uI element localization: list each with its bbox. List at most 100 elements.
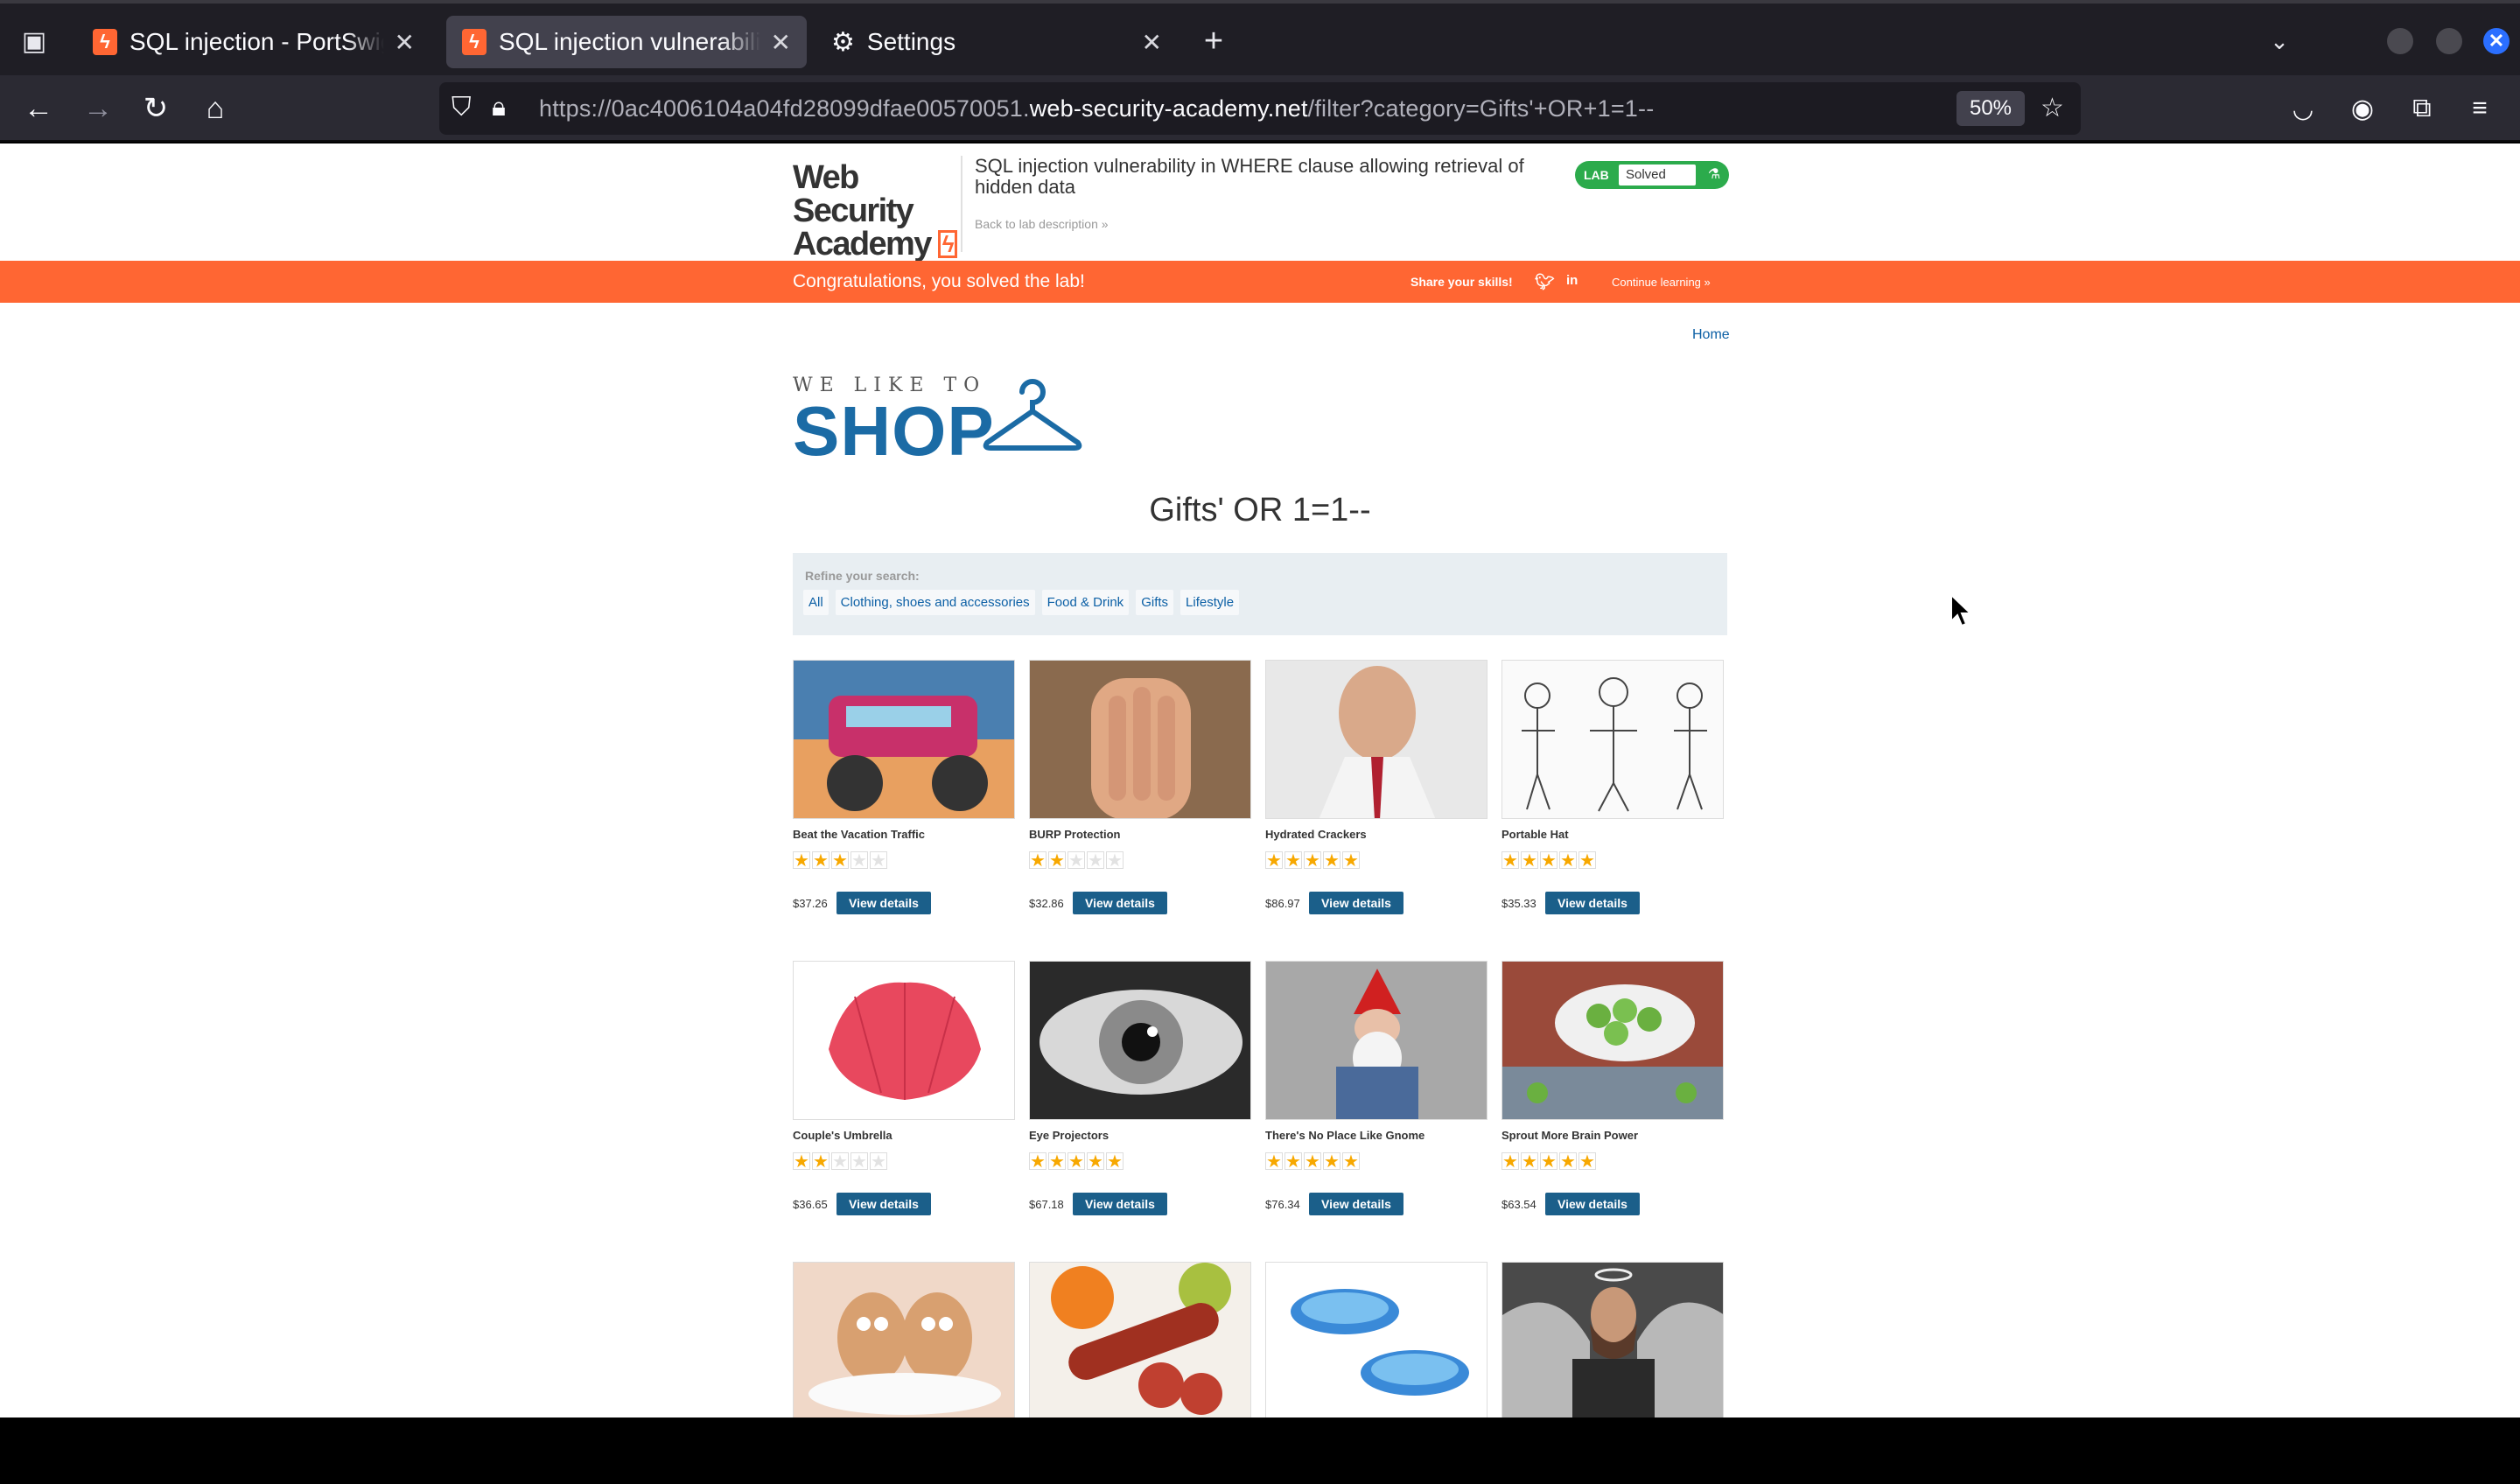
view-details-button[interactable]: View details	[1545, 892, 1640, 914]
maximize-button[interactable]	[2436, 28, 2462, 54]
share-label: Share your skills!	[1410, 275, 1513, 289]
filter-gifts[interactable]: Gifts	[1136, 590, 1174, 615]
browser-nav-bar: ← → ↻ ⌂ ⛉ 🔒︎ https://0ac4006104a04fd2809…	[0, 75, 2520, 142]
star-filled-icon: ★	[1068, 1152, 1085, 1172]
view-details-button[interactable]: View details	[1073, 892, 1167, 914]
linkedin-icon[interactable]: in	[1566, 273, 1578, 288]
product-image[interactable]	[1502, 1262, 1724, 1418]
filter-all[interactable]: All	[803, 590, 829, 615]
product-image[interactable]	[1265, 1262, 1488, 1418]
product-name: There's No Place Like Gnome	[1265, 1129, 1425, 1142]
product-price: $37.26	[793, 896, 828, 910]
tab-overview-icon[interactable]: ▣	[4, 10, 65, 72]
tab-sql-injection[interactable]: ϟ SQL injection - PortSwigger ✕	[77, 16, 430, 68]
product-card: Portable Hat ★ ★ ★ ★ ★ $35.33 View details	[1502, 660, 1724, 914]
product-name: Beat the Vacation Traffic	[793, 828, 925, 841]
list-tabs-chevron-icon[interactable]: ⌄	[2249, 10, 2310, 72]
logo-line-1: Web Security	[793, 159, 914, 229]
close-tab-icon[interactable]: ✕	[771, 28, 791, 57]
star-filled-icon: ★	[1106, 1152, 1124, 1172]
star-filled-icon: ★	[1087, 1152, 1104, 1172]
star-filled-icon: ★	[1304, 851, 1321, 871]
filter-food-drink[interactable]: Food & Drink	[1041, 590, 1130, 615]
star-filled-icon: ★	[1559, 1152, 1577, 1172]
star-filled-icon: ★	[1304, 1152, 1321, 1172]
url-path: /filter?category=Gifts'+OR+1=1--	[1307, 95, 1655, 122]
web-security-academy-logo[interactable]: Web Security Academy ϟ	[793, 161, 957, 261]
star-filled-icon: ★	[1578, 851, 1596, 871]
url-prefix: https://0ac4006104a04fd28099dfae00570051…	[539, 95, 1030, 122]
star-filled-icon: ★	[1323, 851, 1340, 871]
product-price: $36.65	[793, 1197, 828, 1211]
continue-learning-link[interactable]: Continue learning »	[1612, 276, 1711, 289]
back-to-lab-description-link[interactable]: Back to lab description »	[975, 217, 1109, 231]
star-filled-icon: ★	[1265, 1152, 1283, 1172]
product-image[interactable]	[1502, 660, 1724, 819]
tab-sql-lab[interactable]: ϟ SQL injection vulnerability in WHERE c…	[446, 16, 807, 68]
product-image[interactable]	[793, 961, 1015, 1120]
close-window-button[interactable]: ✕	[2483, 28, 2510, 54]
product-card: Sprout More Brain Power ★ ★ ★ ★ ★ $63.54 Vie…	[1502, 961, 1724, 1215]
product-image[interactable]	[1265, 961, 1488, 1120]
account-icon[interactable]: ◉	[2338, 84, 2387, 133]
product-name: BURP Protection	[1029, 828, 1121, 841]
logo-line-2: Academy	[793, 226, 932, 262]
product-card	[793, 1262, 1015, 1418]
tab-settings[interactable]: ⚙ Settings ✕	[816, 16, 1178, 68]
rating-stars: ★ ★ ★ ★ ★	[1029, 1152, 1251, 1172]
product-image[interactable]	[1029, 660, 1251, 819]
star-filled-icon: ★	[1265, 851, 1283, 871]
pocket-icon[interactable]: ◡	[2278, 84, 2328, 133]
page-viewport: Web Security Academy ϟ SQL injection vuln…	[0, 144, 2520, 1418]
lock-icon[interactable]: 🔒︎	[492, 93, 506, 122]
hanger-icon	[983, 379, 1082, 451]
product-image[interactable]	[1029, 961, 1251, 1120]
view-details-button[interactable]: View details	[1309, 1193, 1404, 1215]
minimize-button[interactable]	[2387, 28, 2413, 54]
close-tab-icon[interactable]: ✕	[1142, 28, 1162, 57]
twitter-icon[interactable]: 🐦︎	[1535, 273, 1555, 291]
forward-arrow-icon[interactable]: →	[74, 84, 122, 133]
continue-learning-label: Continue learning	[1612, 276, 1701, 289]
product-image[interactable]	[1029, 1262, 1251, 1418]
menu-icon[interactable]: ≡	[2455, 84, 2504, 133]
filter-lifestyle[interactable]: Lifestyle	[1180, 590, 1240, 615]
portswigger-icon: ϟ	[462, 29, 486, 55]
url-bar[interactable]: ⛉ 🔒︎ https://0ac4006104a04fd28099dfae005…	[439, 82, 2081, 135]
home-link[interactable]: Home	[1692, 327, 1730, 343]
zoom-level-button[interactable]: 50%	[1956, 91, 2025, 126]
product-card: There's No Place Like Gnome ★ ★ ★ ★ ★ $76.34…	[1265, 961, 1488, 1215]
reload-icon[interactable]: ↻	[131, 84, 180, 133]
shop-logo[interactable]: WE LIKE TO SHOP	[793, 374, 995, 466]
back-arrow-icon[interactable]: ←	[14, 84, 63, 133]
product-image[interactable]	[793, 1262, 1015, 1418]
product-name: Portable Hat	[1502, 828, 1569, 841]
star-filled-icon: ★	[1342, 851, 1360, 871]
extensions-icon[interactable]: ⧉	[2398, 84, 2446, 133]
rating-stars: ★ ★ ★ ★ ★	[1265, 851, 1488, 871]
filter-clothing[interactable]: Clothing, shoes and accessories	[835, 590, 1035, 615]
back-link-label: Back to lab description	[975, 217, 1098, 231]
product-price: $76.34	[1265, 1197, 1300, 1211]
tab-title: SQL injection - PortSwigger	[130, 28, 384, 55]
star-filled-icon: ★	[793, 851, 810, 871]
product-image[interactable]	[1502, 961, 1724, 1120]
bookmark-star-icon[interactable]: ☆	[2040, 93, 2064, 123]
product-card	[1265, 1262, 1488, 1418]
product-name: Sprout More Brain Power	[1502, 1129, 1639, 1142]
shield-icon[interactable]: ⛉	[452, 93, 472, 122]
close-tab-icon[interactable]: ✕	[395, 28, 415, 57]
home-icon[interactable]: ⌂	[191, 84, 240, 133]
product-image[interactable]	[793, 660, 1015, 819]
new-tab-icon[interactable]: +	[1183, 10, 1244, 72]
product-name: Eye Projectors	[1029, 1129, 1110, 1142]
view-details-button[interactable]: View details	[1309, 892, 1404, 914]
product-image[interactable]	[1265, 660, 1488, 819]
view-details-button[interactable]: View details	[1073, 1193, 1167, 1215]
star-filled-icon: ★	[831, 851, 849, 871]
view-details-button[interactable]: View details	[1545, 1193, 1640, 1215]
view-details-button[interactable]: View details	[836, 1193, 931, 1215]
screen-bottom-area	[0, 1418, 2520, 1484]
view-details-button[interactable]: View details	[836, 892, 931, 914]
url-text[interactable]: https://0ac4006104a04fd28099dfae00570051…	[539, 95, 1654, 122]
